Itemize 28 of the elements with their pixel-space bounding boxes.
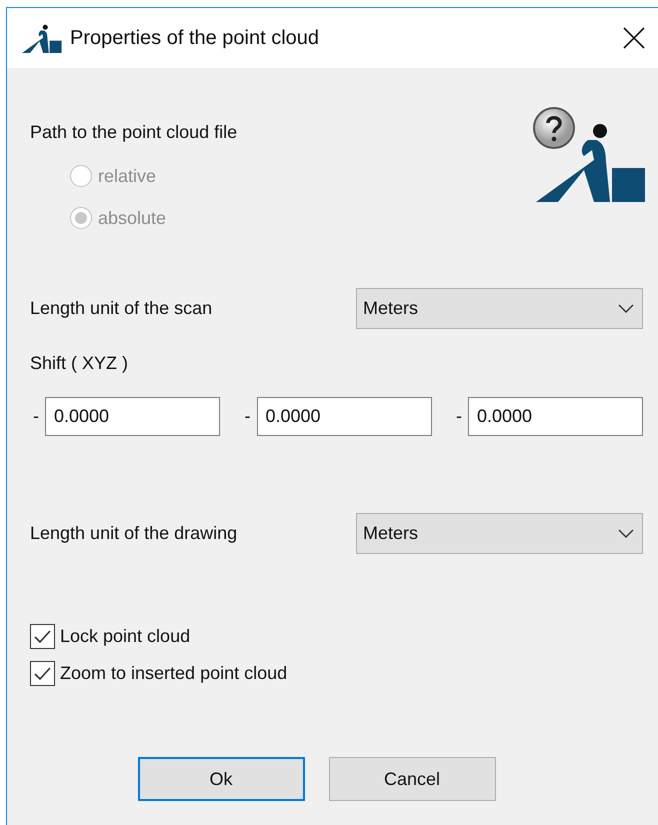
close-icon[interactable]: [623, 27, 645, 49]
sign-label: -: [244, 406, 250, 427]
chevron-down-icon: [618, 528, 634, 538]
app-icon: [22, 24, 62, 52]
sign-label: -: [456, 406, 462, 427]
help-icon[interactable]: [532, 106, 576, 150]
chevron-down-icon: [618, 304, 634, 312]
input-field[interactable]: 0.0000: [468, 397, 643, 436]
unit-dropdown[interactable]: Meters: [356, 512, 643, 554]
field-label: Length unit of the drawing: [30, 522, 238, 544]
check-icon: [34, 666, 51, 680]
radio-label: relative: [98, 166, 156, 186]
ok-button[interactable]: Ok: [138, 757, 304, 801]
input-field[interactable]: 0.0000: [256, 397, 432, 436]
window-title: Properties of the point cloud: [70, 26, 320, 50]
field-label: Length unit of the scan: [30, 298, 212, 318]
checkbox-label: Zoom to inserted point cloud: [60, 663, 288, 684]
input-field[interactable]: 0.0000: [45, 397, 220, 436]
cancel-button[interactable]: Cancel: [328, 757, 496, 801]
sign-label: -: [33, 406, 39, 427]
radio-label: absolute: [98, 208, 166, 228]
checkbox[interactable]: [30, 624, 55, 649]
checkbox[interactable]: [30, 661, 55, 686]
field-label: Shift ( XYZ ): [30, 353, 128, 374]
check-icon: [34, 630, 51, 644]
section-label: Path to the point cloud file: [30, 122, 238, 142]
unit-dropdown[interactable]: Meters: [356, 288, 643, 328]
checkbox-label: Lock point cloud: [60, 626, 190, 647]
